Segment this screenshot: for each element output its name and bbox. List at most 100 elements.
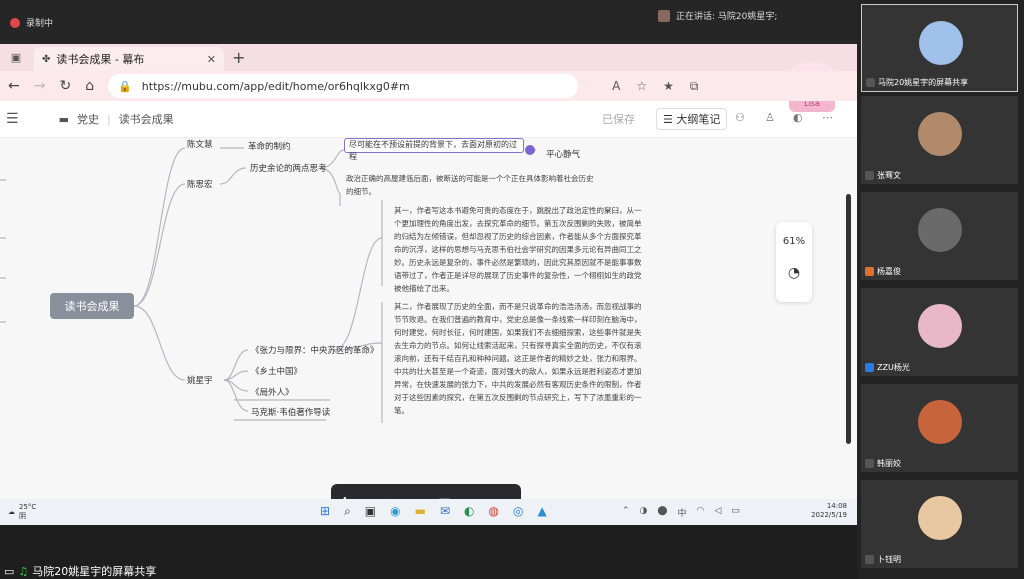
tray-app-icon[interactable]: ◑ (640, 506, 648, 519)
reload-icon[interactable]: ↻ (59, 78, 71, 94)
selected-node[interactable]: 尽可能在不预设前提的背景下，去面对原初的过程 (344, 138, 524, 161)
edge-icon[interactable]: ◉ (390, 504, 400, 519)
photo-app-icon[interactable]: ▲ (537, 504, 546, 519)
floating-toolbar: A≡ ✓ ≡ ▨ ∞ ⋯ (331, 484, 521, 499)
vertical-scrollbar[interactable] (846, 194, 851, 444)
node-gemingzhidu[interactable]: 革命的制约 (248, 140, 291, 152)
collaborator-icon[interactable]: ♙ (765, 111, 775, 124)
mic-icon: ♫ (18, 564, 29, 578)
window-menu-icon[interactable]: ▣ (6, 48, 26, 68)
weather-desc: 阴 (19, 512, 26, 520)
avatar (918, 496, 962, 540)
browser-actions: A ☆ ★ ⧉ (612, 79, 698, 94)
share-tree-icon[interactable]: ⚇ (735, 111, 745, 124)
new-tab-icon[interactable]: + (232, 48, 245, 67)
search-icon[interactable]: ⌕ (344, 504, 351, 519)
node-lishiyulun[interactable]: 历史余论的两点思考 (250, 162, 327, 174)
node-para1[interactable]: 其一，作者写这本书避免可贵的态度在于，跳脱出了政治定性的窠臼，从一个更加理性的角… (394, 204, 642, 295)
address-bar-row: ← → ↻ ⌂ 🔒 https://mubu.com/app/edit/home… (0, 71, 857, 101)
palette-icon[interactable]: ◔ (776, 265, 812, 281)
participant-label: 马院20姚星宇的屏幕共享 (866, 77, 968, 88)
participant-label: 杨嘉俊 (865, 266, 901, 277)
participant-tile[interactable]: 卜钰明 (861, 480, 1018, 568)
more-icon[interactable]: ⋯ (822, 111, 833, 124)
breadcrumb-separator: | (106, 112, 111, 126)
node-book3[interactable]: 《局外人》 (251, 386, 294, 398)
weather-widget[interactable]: ☁ 25°C 阴 (8, 503, 36, 521)
hamburger-menu-icon[interactable]: ☰ (6, 111, 19, 127)
breadcrumb-doc[interactable]: 读书会成果 (119, 111, 174, 127)
outline-label: 大纲笔记 (676, 113, 721, 126)
folder-icon: ▬ (58, 112, 69, 126)
participant-name: 杨嘉俊 (877, 267, 901, 276)
participant-label: ZZU杨光 (865, 362, 910, 373)
participant-tile[interactable]: 马院20姚星宇的屏幕共享 (861, 4, 1018, 92)
user-icon (865, 459, 874, 468)
zoom-panel: 61% ◔ (776, 222, 812, 302)
participant-name: 卜钰明 (877, 555, 901, 564)
forward-icon[interactable]: → (34, 78, 46, 94)
close-tab-icon[interactable]: ✕ (207, 53, 216, 66)
windows-start-icon[interactable]: ⊞ (320, 504, 330, 519)
clock-time: 14:08 (826, 502, 847, 510)
avatar (918, 304, 962, 348)
mindmap-canvas[interactable]: 读书会成果 陈文慧 革命的制约 陈思宏 历史余论的两点思考 尽可能在不预设前提的… (0, 138, 857, 499)
breadcrumb-root[interactable]: 党史 (77, 111, 99, 127)
node-pingxin[interactable]: 平心静气 (546, 148, 580, 160)
tab-title: 读书会成果 - 幕布 (56, 53, 145, 66)
node-book4[interactable]: 马克斯·韦伯著作导读 (251, 406, 330, 418)
clock-date: 2022/5/19 (811, 511, 847, 519)
url-field[interactable]: 🔒 https://mubu.com/app/edit/home/or6hqlk… (108, 74, 579, 98)
home-icon[interactable]: ⌂ (85, 78, 94, 94)
node-book2[interactable]: 《乡土中国》 (251, 365, 302, 377)
mail-icon[interactable]: ✉ (440, 504, 450, 519)
recording-indicator: 录制中 (10, 16, 53, 29)
node-yaoxingyu[interactable]: 姚星宇 (187, 374, 213, 386)
browser-tab[interactable]: ✤ 读书会成果 - 幕布 ✕ (34, 47, 224, 71)
collections-icon[interactable]: ⧉ (690, 79, 699, 94)
tray-app2-icon[interactable]: ⬤ (657, 506, 667, 519)
mindmap-root-node[interactable]: 读书会成果 (50, 293, 134, 319)
node-para2[interactable]: 其二，作者展现了历史的全面，而不是只说革命的浩浩汤汤，而忽视战事的节节败退。在我… (394, 300, 642, 417)
volume-icon[interactable]: ◁ (714, 506, 721, 519)
wifi-icon[interactable]: ◠ (697, 506, 705, 519)
node-chensihong[interactable]: 陈思宏 (187, 178, 213, 190)
expand-dot (525, 145, 535, 155)
chrome-icon[interactable]: ◍ (489, 504, 499, 519)
save-status: 已保存 (602, 113, 635, 126)
read-aloud-icon[interactable]: A (612, 79, 620, 94)
meeting-app-icon[interactable]: ◎ (513, 504, 523, 519)
input-method-icon[interactable]: 中 (677, 506, 686, 519)
favorites-icon[interactable]: ★ (663, 79, 674, 94)
app-icon[interactable]: ◐ (464, 504, 474, 519)
node-book1[interactable]: 《张力与限界：中央苏区的革命》 (251, 344, 379, 356)
favorite-add-icon[interactable]: ☆ (636, 79, 647, 94)
avatar (918, 400, 962, 444)
participant-tile[interactable]: 张骞文 (861, 96, 1018, 184)
participant-label: 韩丽姣 (865, 458, 901, 469)
node-chenwenhui[interactable]: 陈文慧 (187, 138, 213, 150)
zoom-value[interactable]: 61% (776, 236, 812, 247)
avatar (919, 21, 963, 65)
speaking-indicator: 正在讲话: 马院20姚星宇; (658, 9, 777, 22)
file-explorer-icon[interactable]: ▬ (415, 504, 426, 519)
clock[interactable]: 14:08 2022/5/19 (811, 502, 847, 520)
url-text: https://mubu.com/app/edit/home/or6hqlkxg… (141, 79, 410, 93)
browser-window: ▣ ✤ 读书会成果 - 幕布 ✕ + Lisa ← → ↻ ⌂ 🔒 https:… (0, 44, 857, 499)
tray-expand-icon[interactable]: ⌃ (622, 506, 630, 519)
battery-icon[interactable]: ▭ (731, 506, 740, 519)
avatar (918, 208, 962, 252)
participant-tile[interactable]: 韩丽姣 (861, 384, 1018, 472)
task-view-icon[interactable]: ▣ (365, 504, 376, 519)
outline-note-button[interactable]: ☰ 大纲笔记 (656, 108, 728, 130)
theme-icon[interactable]: ◐ (793, 111, 803, 124)
screen-icon (866, 78, 875, 87)
speaker-avatar (658, 9, 670, 22)
share-label-text: 马院20姚星宇的屏幕共享 (32, 565, 157, 578)
participant-tile[interactable]: 杨嘉俊 (861, 192, 1018, 280)
participant-tile[interactable]: ZZU杨光 (861, 288, 1018, 376)
participant-label: 卜钰明 (865, 554, 901, 565)
node-zhengzhi[interactable]: 政治正确的高屋建瓴后面，被断送的可能是一个个正在具体影响着社会历史的细节。 (346, 172, 596, 198)
back-icon[interactable]: ← (8, 78, 20, 94)
meeting-top-bar: 录制中 正在讲话: 马院20姚星宇; (0, 0, 857, 44)
